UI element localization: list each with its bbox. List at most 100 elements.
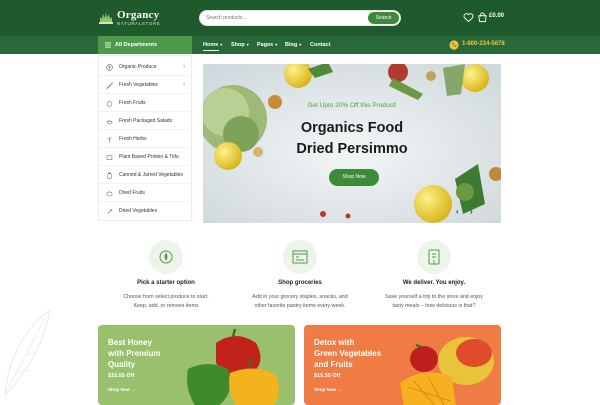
banner-title: Detox with Green Vegetables and Fruits <box>314 337 404 370</box>
phone-contact[interactable]: 1-800-234-5678 <box>449 39 509 51</box>
promo-banner-detox[interactable]: Detox with Green Vegetables and Fruits $15… <box>304 325 501 405</box>
hero-slider: Get Upto 20% Off this Product! Organics … <box>203 64 501 223</box>
banner-title-line1: Best Honey <box>108 338 153 347</box>
nav-contact-label: Contact <box>310 42 331 48</box>
all-departments-button[interactable]: All Departments <box>98 36 192 54</box>
chevron-down-icon: ▾ <box>275 42 278 47</box>
sidebar-item-label: Fresh Herbs <box>119 136 147 142</box>
nav-shop-label: Shop <box>231 42 245 48</box>
search-bar: Search <box>199 10 401 26</box>
category-sidebar: Organic Produce › Fresh Vegetables › Fresh… <box>98 55 193 221</box>
all-departments-label: All Departments <box>115 42 158 48</box>
promo-banner-honey[interactable]: Best Honey with Premium Quality $15.55 Off… <box>98 325 295 405</box>
cart-icon[interactable] <box>477 12 488 23</box>
sidebar-item-label: Fresh Packaged Salads <box>119 118 173 124</box>
sidebar-item-label: Dried Fruits <box>119 190 145 196</box>
menu-icon <box>105 42 111 48</box>
hero-title-line2: Dried Persimmo <box>296 141 408 157</box>
sidebar-item-fresh-herbs[interactable]: Fresh Herbs <box>99 131 193 148</box>
leaf-decoration-icon <box>4 308 51 397</box>
salad-icon <box>106 119 113 125</box>
feature-desc-line1: Choose from select produce to start. <box>123 294 209 300</box>
sidebar-item-label: Dried Vegetables <box>119 208 158 214</box>
banner-title-line1: Detox with <box>314 338 355 347</box>
heart-icon[interactable] <box>463 12 474 23</box>
feature-desc: Choose from select produce to start. Keep… <box>96 293 236 311</box>
feature-title: Pick a starter option <box>137 280 195 286</box>
slider-next-icon[interactable]: › <box>470 207 473 216</box>
chevron-right-icon: › <box>183 82 185 88</box>
sidebar-item-dried-fruits[interactable]: Dried Fruits <box>99 185 193 202</box>
chevron-down-icon: ▾ <box>220 42 223 47</box>
sidebar-item-label: Canned & Jarred Vegetables <box>119 172 183 178</box>
banner-shop-link[interactable]: Shop Now → <box>108 387 136 392</box>
sidebar-item-label: Plant Based Protein & Tofu <box>119 154 179 160</box>
produce-icon <box>106 64 113 71</box>
feature-desc: Add in your grocery staples, snacks, and… <box>230 293 370 311</box>
nav-home[interactable]: Home ▾ <box>203 36 222 54</box>
nav-pages-label: Pages <box>257 42 274 48</box>
banner-title-line2: with Premium <box>108 349 161 358</box>
brand-name: Organcy <box>117 9 160 21</box>
banner-title-line2: Green Vegetables <box>314 349 382 358</box>
feature-desc-line2: other favorite pantry items every week. <box>254 303 346 309</box>
nav-blog[interactable]: Blog ▾ <box>285 36 301 54</box>
banner-price: $15.55 Off <box>314 373 341 379</box>
nav-pages[interactable]: Pages ▾ <box>257 36 277 54</box>
banner-price: $15.55 Off <box>108 373 135 379</box>
sidebar-item-label: Organic Produce <box>119 64 157 70</box>
search-button[interactable]: Search <box>368 12 399 24</box>
feature-icon-bg <box>283 240 317 274</box>
nav-contact[interactable]: Contact <box>310 36 330 54</box>
search-input[interactable] <box>206 11 356 25</box>
nav-blog-label: Blog <box>285 42 298 48</box>
sidebar-item-label: Fresh Vegetables <box>119 82 158 88</box>
dried-fruit-icon <box>106 191 113 197</box>
delivery-icon <box>428 249 440 265</box>
sidebar-item-dried-vegetables[interactable]: Dried Vegetables <box>99 203 193 220</box>
sidebar-item-canned-vegetables[interactable]: Canned & Jarred Vegetables <box>99 167 193 184</box>
banner-title-line3: and Fruits <box>314 360 353 369</box>
sidebar-item-plant-protein[interactable]: Plant Based Protein & Tofu <box>99 149 193 166</box>
hero-shop-now-button[interactable]: Shop Now <box>329 169 379 186</box>
fruit-icon <box>106 100 113 107</box>
logo-icon <box>99 12 113 24</box>
tofu-icon <box>106 155 113 160</box>
feature-desc-line2: tasty meals – how delicious is that? <box>392 303 476 309</box>
phone-number: 1-800-234-5678 <box>462 41 505 47</box>
sidebar-item-label: Fresh Fruits <box>119 100 146 106</box>
hero-title-line1: Organics Food <box>300 120 404 136</box>
feature-icon-bg <box>417 240 451 274</box>
sidebar-item-packaged-salads[interactable]: Fresh Packaged Salads <box>99 113 193 130</box>
feature-desc-line1: Save yourself a trip to the store and en… <box>385 294 483 300</box>
cart-total[interactable]: £0.00 <box>489 13 504 19</box>
sidebar-item-fresh-vegetables[interactable]: Fresh Vegetables › <box>99 77 193 94</box>
carrot-icon <box>106 82 113 89</box>
nav-shop[interactable]: Shop ▾ <box>231 36 249 54</box>
phone-icon <box>449 40 459 50</box>
feature-icon-bg <box>149 240 183 274</box>
brand-logo[interactable]: Organcy NATURALSTORE <box>98 8 168 30</box>
shop-icon <box>292 250 308 264</box>
herb-icon <box>107 137 112 143</box>
nav-active-indicator <box>203 50 219 51</box>
chevron-down-icon: ▾ <box>299 42 302 47</box>
dried-veg-icon <box>107 208 113 214</box>
jar-icon <box>107 172 112 179</box>
feature-desc-line2: Keep, add, or remove items <box>133 303 199 309</box>
feature-desc: Save yourself a trip to the store and en… <box>364 293 504 311</box>
banner-title: Best Honey with Premium Quality <box>108 337 188 370</box>
brand-tagline: NATURALSTORE <box>117 21 161 26</box>
banner-shop-link[interactable]: Shop Now → <box>314 387 342 392</box>
sidebar-item-organic-produce[interactable]: Organic Produce › <box>99 59 193 76</box>
feature-desc-line1: Add in your grocery staples, snacks, and <box>252 294 348 300</box>
slider-prev-icon[interactable]: ‹ <box>456 207 459 216</box>
banner-title-line3: Quality <box>108 360 136 369</box>
hero-promo-text: Get Upto 20% Off this Product! <box>307 102 397 109</box>
chevron-down-icon: ▾ <box>246 42 249 47</box>
feature-title: Shop groceries <box>278 280 322 286</box>
chevron-right-icon: › <box>183 64 185 70</box>
feature-title: We deliver. You enjoy. <box>402 280 466 286</box>
sidebar-item-fresh-fruits[interactable]: Fresh Fruits <box>99 95 193 112</box>
nav-home-label: Home <box>203 42 219 48</box>
